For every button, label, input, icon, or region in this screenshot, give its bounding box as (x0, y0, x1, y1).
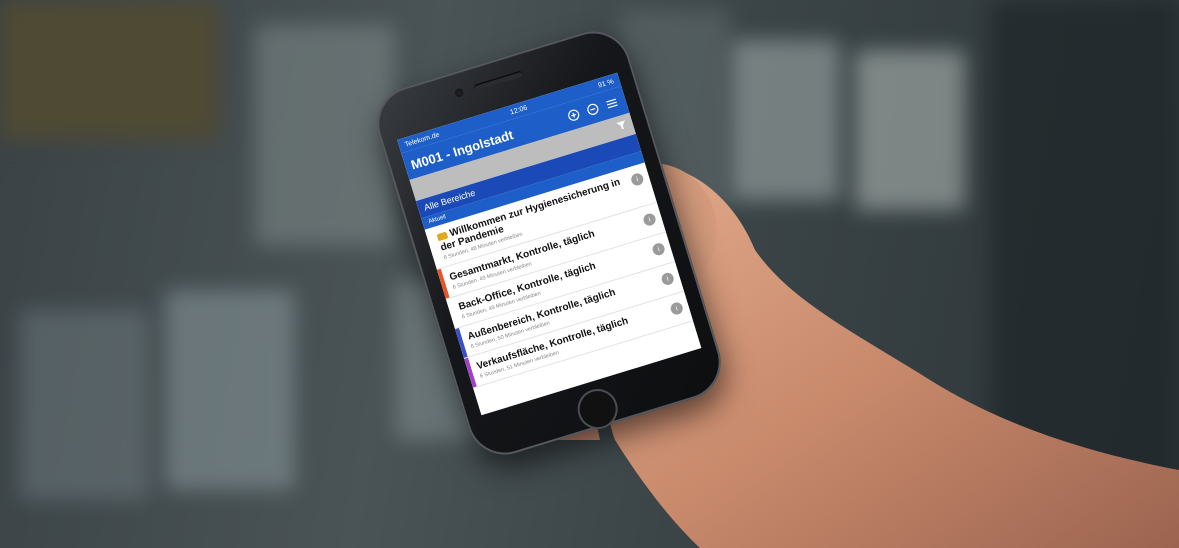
info-icon[interactable]: i (669, 301, 685, 317)
hamburger-menu-icon[interactable] (602, 94, 622, 114)
info-icon[interactable]: i (651, 241, 667, 257)
filter-icon[interactable] (615, 116, 630, 136)
plus-circle-icon[interactable] (564, 105, 584, 125)
info-icon[interactable]: i (629, 171, 645, 187)
battery-level: 91 % (597, 77, 615, 90)
info-icon[interactable]: i (642, 212, 658, 228)
info-icon[interactable]: i (660, 271, 676, 287)
minus-circle-icon[interactable] (583, 99, 603, 119)
